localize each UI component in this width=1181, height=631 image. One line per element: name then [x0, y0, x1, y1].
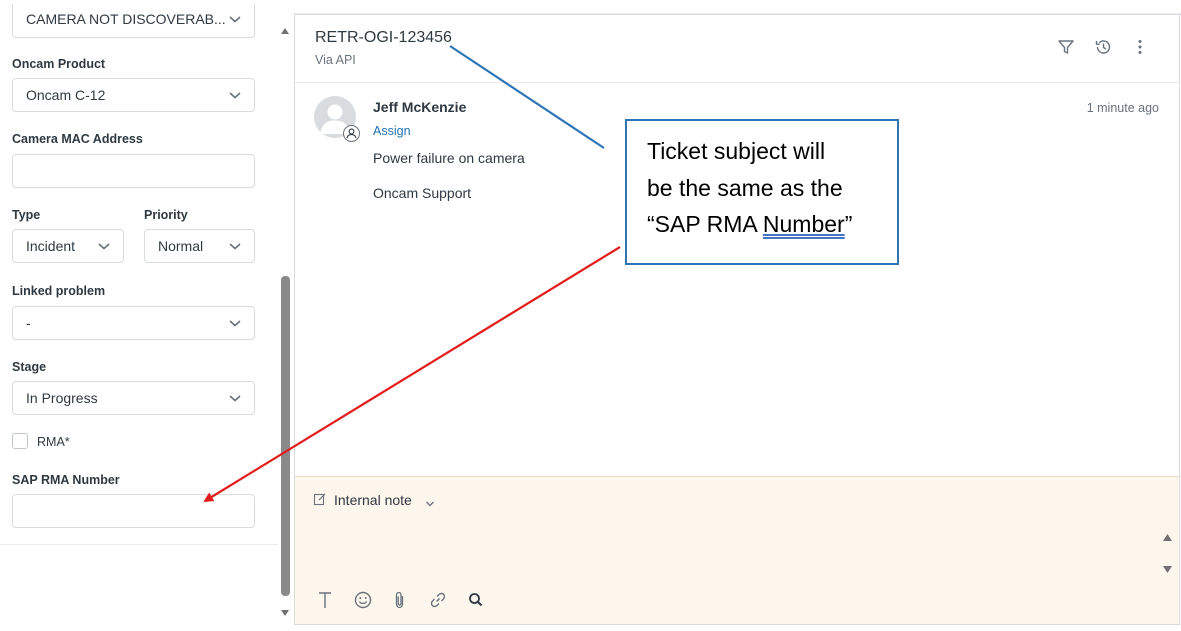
- linked-problem-value: -: [26, 315, 31, 331]
- chevron-down-icon: [228, 241, 242, 251]
- sidebar-divider: [0, 544, 278, 545]
- annotation-text: Ticket subject will be the same as the “…: [647, 133, 892, 243]
- type-value: Incident: [26, 238, 76, 254]
- sap-rma-number-label: SAP RMA Number: [12, 473, 120, 487]
- user-badge-icon: [343, 125, 360, 142]
- composer-type-selector[interactable]: Internal note: [334, 492, 412, 508]
- message-body-line: Power failure on camera: [373, 150, 525, 166]
- ticket-fields-sidebar: CAMERA NOT DISCOVERAB... Oncam Product O…: [0, 0, 294, 631]
- annotation-line: “SAP RMA Number”: [647, 206, 892, 243]
- annotation-callout: Ticket subject will be the same as the “…: [625, 119, 899, 265]
- chevron-down-icon[interactable]: [425, 495, 435, 513]
- history-icon[interactable]: [1094, 38, 1112, 56]
- stage-label: Stage: [12, 360, 47, 374]
- annotation-text-prefix: “SAP RMA: [647, 211, 763, 237]
- type-label: Type: [12, 208, 41, 222]
- priority-value: Normal: [158, 238, 204, 254]
- emoji-icon[interactable]: [353, 590, 373, 610]
- priority-dropdown[interactable]: Normal: [144, 229, 255, 263]
- annotation-underlined-word: Number: [762, 211, 845, 237]
- chevron-down-icon: [228, 318, 242, 328]
- priority-label: Priority: [144, 208, 188, 222]
- stage-value: In Progress: [26, 390, 98, 406]
- assign-link[interactable]: Assign: [373, 124, 411, 138]
- composer-scroll-down-icon[interactable]: [1162, 561, 1173, 579]
- annotation-text-suffix: ”: [844, 211, 853, 237]
- type-dropdown[interactable]: Incident: [12, 229, 124, 263]
- right-edge: [1179, 14, 1180, 625]
- sidebar-scrollbar-thumb[interactable]: [281, 276, 290, 596]
- more-options-icon[interactable]: [1131, 38, 1149, 56]
- header-divider: [295, 82, 1179, 83]
- scroll-up-arrow-icon[interactable]: [280, 22, 290, 40]
- annotation-line: Ticket subject will: [647, 138, 826, 164]
- sap-rma-number-input[interactable]: [12, 494, 255, 528]
- linked-problem-label: Linked problem: [12, 284, 106, 298]
- message-timestamp: 1 minute ago: [1086, 101, 1159, 115]
- oncam-product-dropdown[interactable]: Oncam C-12: [12, 78, 255, 112]
- attachment-icon[interactable]: [390, 590, 410, 610]
- chevron-down-icon: [228, 393, 242, 403]
- stage-dropdown[interactable]: In Progress: [12, 381, 255, 415]
- search-icon[interactable]: [466, 590, 486, 610]
- chevron-down-icon: [228, 14, 242, 24]
- chevron-down-icon: [228, 90, 242, 100]
- ticket-channel: Via API: [315, 53, 356, 67]
- composer-scroll-up-icon[interactable]: [1162, 529, 1173, 547]
- message-signature: Oncam Support: [373, 185, 472, 201]
- rma-checkbox[interactable]: [12, 433, 28, 449]
- chevron-down-icon: [97, 241, 111, 251]
- blue-connector-line: [449, 45, 605, 149]
- ticket-subject: RETR-OGI-123456: [315, 29, 452, 46]
- edit-note-icon: [313, 492, 327, 511]
- text-format-icon[interactable]: [315, 590, 335, 610]
- category-dropdown[interactable]: CAMERA NOT DISCOVERAB...: [12, 4, 255, 38]
- scroll-down-arrow-icon[interactable]: [280, 604, 290, 622]
- oncam-product-value: Oncam C-12: [26, 87, 106, 103]
- main-top-border: [295, 14, 1181, 15]
- bottom-edge: [295, 624, 1179, 625]
- rma-label: RMA*: [37, 435, 70, 449]
- camera-mac-input[interactable]: [12, 154, 255, 188]
- message-author: Jeff McKenzie: [373, 99, 467, 115]
- camera-mac-label: Camera MAC Address: [12, 132, 143, 146]
- annotation-line: be the same as the: [647, 174, 843, 201]
- filter-icon[interactable]: [1057, 38, 1075, 56]
- linked-problem-dropdown[interactable]: -: [12, 306, 255, 340]
- category-dropdown-value: CAMERA NOT DISCOVERAB...: [26, 11, 226, 27]
- oncam-product-label: Oncam Product: [12, 57, 106, 71]
- link-icon[interactable]: [428, 590, 448, 610]
